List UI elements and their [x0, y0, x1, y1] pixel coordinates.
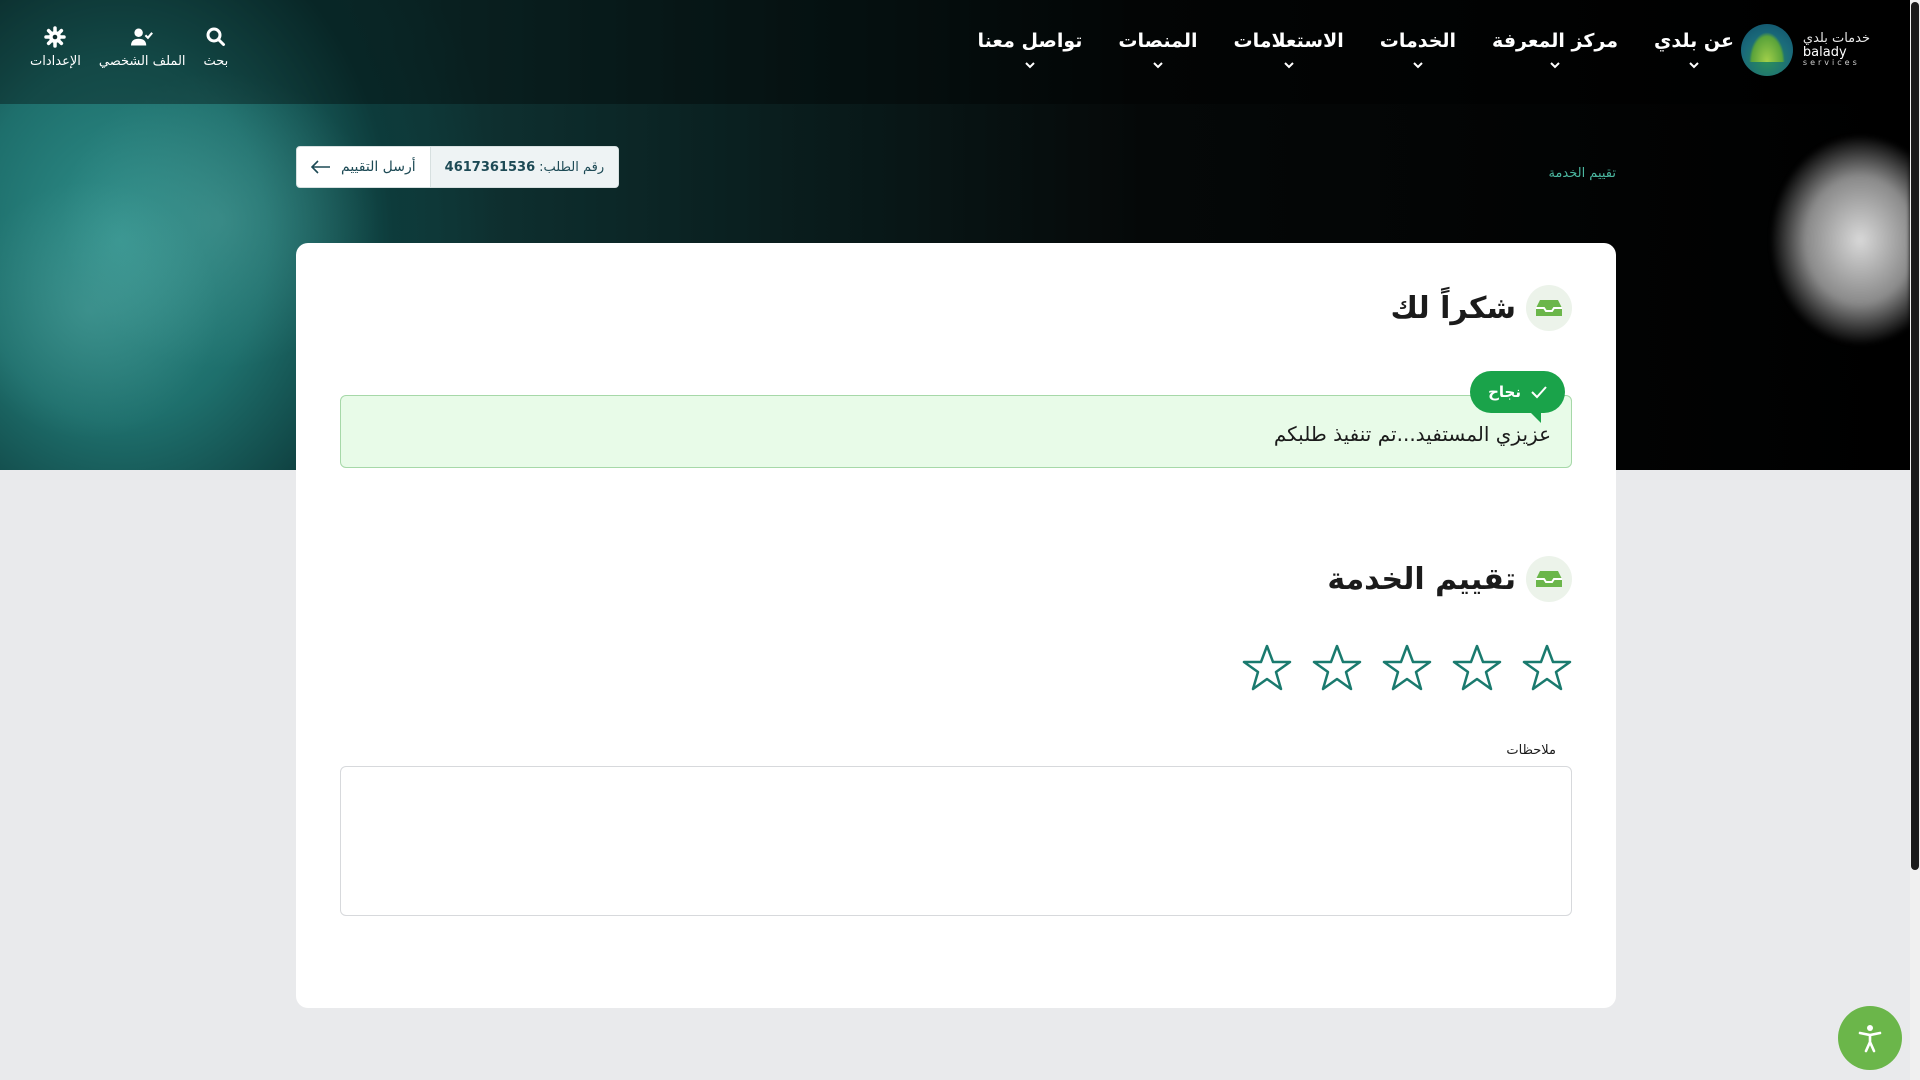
menu-label: عن بلدي	[1654, 30, 1734, 52]
inbox-icon	[1526, 285, 1572, 331]
chevron-down-icon	[1550, 62, 1560, 69]
menu-label: مركز المعرفة	[1492, 30, 1619, 52]
request-number-label: رقم الطلب:	[539, 159, 605, 175]
star-icon[interactable]	[1382, 643, 1432, 693]
success-message: عزيزي المستفيد...تم تنفيذ طلبكم	[1273, 422, 1551, 446]
accessibility-button[interactable]	[1838, 1006, 1902, 1070]
search-icon	[206, 27, 225, 46]
request-box: رقم الطلب: 4617361536 أرسل التقييم	[296, 146, 620, 188]
chevron-down-icon	[1283, 62, 1294, 69]
menu-label: الخدمات	[1379, 30, 1457, 52]
star-icon[interactable]	[1452, 643, 1502, 693]
star-icon[interactable]	[1312, 643, 1362, 693]
chevron-down-icon	[1689, 62, 1699, 69]
inbox-icon	[1526, 556, 1572, 602]
notes-label: ملاحظات	[1506, 743, 1556, 758]
palm-logo-icon	[1740, 24, 1793, 76]
success-alert: نجاح عزيزي المستفيد...تم تنفيذ طلبكم	[340, 371, 1572, 468]
logo-text: خدمات بلدي balady services	[1803, 32, 1870, 68]
menu-item-knowledge-center[interactable]: مركز المعرفة	[1492, 30, 1618, 72]
balady-logo[interactable]: خدمات بلدي balady services	[1740, 24, 1870, 76]
chevron-down-icon	[1153, 62, 1163, 69]
send-rating-button[interactable]: أرسل التقييم	[297, 147, 430, 187]
search-label: بحث	[203, 54, 229, 69]
rating-title: تقييم الخدمة	[1327, 561, 1516, 597]
chevron-down-icon	[1413, 62, 1423, 69]
star-icon[interactable]	[1242, 643, 1292, 693]
request-number-value: 4617361536	[444, 159, 536, 175]
menu-item-inquiries[interactable]: الاستعلامات	[1233, 30, 1344, 72]
menu-label: المنصات	[1118, 30, 1198, 52]
accessibility-icon	[1858, 1025, 1882, 1053]
check-icon	[1531, 386, 1547, 399]
settings-link[interactable]: الإعدادات	[30, 26, 81, 69]
menu-item-contact[interactable]: تواصل معنا	[977, 30, 1083, 72]
scrollbar-track[interactable]	[1910, 0, 1920, 1080]
menu-item-services[interactable]: الخدمات	[1380, 30, 1456, 72]
success-badge: نجاح	[1470, 371, 1565, 423]
settings-label: الإعدادات	[30, 54, 81, 69]
thanks-header: شكراً لك	[1390, 285, 1572, 331]
menu-label: تواصل معنا	[977, 30, 1083, 52]
main-menu: عن بلدي مركز المعرفة الخدمات الاستعلامات…	[978, 30, 1734, 72]
star-icon[interactable]	[1522, 643, 1572, 693]
utility-links: بحث الملف الشخصي الإعدادات	[30, 26, 228, 69]
arrow-left-icon	[311, 160, 330, 174]
menu-item-platforms[interactable]: المنصات	[1118, 30, 1197, 72]
scrollbar-thumb[interactable]	[1911, 2, 1919, 870]
thanks-title: شكراً لك	[1390, 290, 1516, 326]
success-badge-label: نجاح	[1488, 383, 1521, 401]
profile-label: الملف الشخصي	[98, 54, 186, 69]
menu-label: الاستعلامات	[1233, 30, 1344, 52]
user-check-icon	[131, 28, 154, 46]
star-rating	[1242, 643, 1572, 693]
breadcrumb[interactable]: تقييم الخدمة	[1548, 166, 1616, 181]
top-navigation: خدمات بلدي balady services عن بلدي مركز …	[0, 0, 1910, 104]
rating-card: شكراً لك نجاح عزيزي المستفيد...تم تنفيذ …	[296, 243, 1616, 1008]
logo-english: balady	[1802, 44, 1847, 60]
search-link[interactable]: بحث	[203, 26, 229, 69]
send-rating-label: أرسل التقييم	[341, 159, 416, 175]
rating-header: تقييم الخدمة	[1327, 556, 1572, 602]
logo-arabic: خدمات بلدي	[1802, 31, 1870, 47]
notes-textarea[interactable]	[340, 766, 1572, 916]
menu-item-about[interactable]: عن بلدي	[1654, 30, 1734, 72]
gear-icon	[44, 26, 67, 48]
decorative-palm	[1740, 100, 1910, 380]
chevron-down-icon	[1025, 62, 1035, 69]
profile-link[interactable]: الملف الشخصي	[99, 26, 186, 69]
request-number: رقم الطلب: 4617361536	[429, 147, 619, 187]
logo-tagline: services	[1802, 58, 1860, 68]
